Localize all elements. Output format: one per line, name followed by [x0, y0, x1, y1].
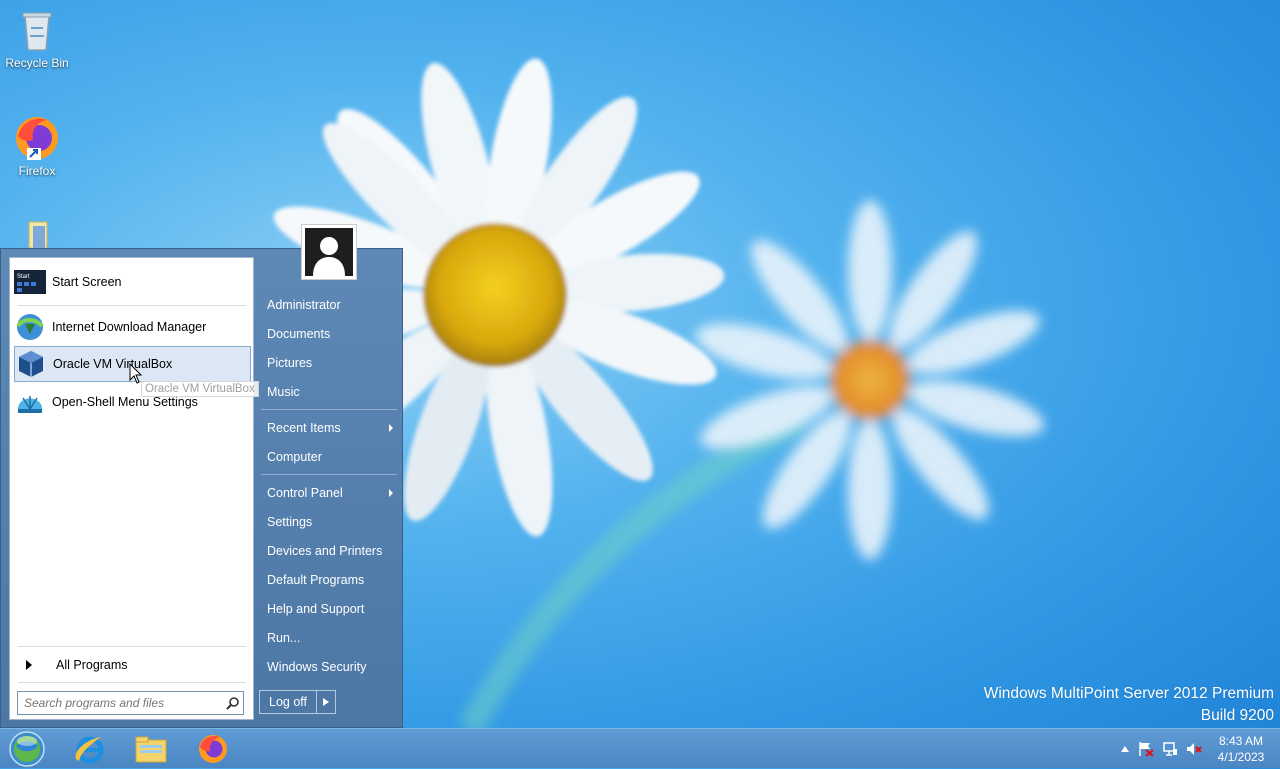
search-input[interactable] [18, 696, 223, 710]
program-start-screen[interactable]: Start Start Screen [14, 264, 251, 300]
separator [18, 305, 246, 306]
menu-item-label: Documents [267, 327, 331, 341]
menu-item-label: Administrator [267, 298, 341, 312]
start-button[interactable] [4, 731, 50, 767]
logoff-button[interactable]: Log off [260, 691, 316, 713]
mouse-cursor-icon [129, 363, 143, 384]
system-tray: 8:43 AM 4/1/2023 [1116, 729, 1280, 769]
desktop-icon-label: Firefox [18, 164, 56, 178]
desktop-icon-label: Recycle Bin [5, 56, 69, 70]
show-hidden-icons[interactable] [1116, 746, 1134, 752]
program-label: Open-Shell Menu Settings [52, 395, 198, 409]
menu-item-computer[interactable]: Computer [259, 446, 399, 468]
chevron-up-icon [1121, 746, 1129, 752]
chevron-right-icon [323, 698, 330, 706]
user-avatar[interactable] [301, 224, 357, 280]
menu-item-default-programs[interactable]: Default Programs [259, 569, 399, 591]
taskbar-firefox[interactable] [190, 731, 236, 767]
menu-item-windows-security[interactable]: Windows Security [259, 656, 399, 678]
separator [18, 646, 246, 647]
all-programs[interactable]: All Programs [14, 654, 251, 676]
triangle-right-icon [26, 660, 32, 670]
taskbar-internet-explorer[interactable] [66, 731, 112, 767]
all-programs-label: All Programs [56, 658, 128, 672]
virtualbox-icon [15, 348, 47, 380]
search-icon[interactable] [223, 693, 243, 713]
os-watermark: Windows MultiPoint Server 2012 Premium B… [984, 683, 1274, 727]
open-shell-icon [14, 386, 46, 418]
submenu-arrow-icon [389, 424, 393, 432]
volume-muted-icon[interactable] [1182, 741, 1206, 757]
menu-item-label: Computer [267, 450, 322, 464]
action-center-icon[interactable] [1134, 741, 1158, 757]
search-box [17, 691, 244, 715]
svg-text:Start: Start [17, 274, 30, 280]
menu-item-help-and-support[interactable]: Help and Support [259, 598, 399, 620]
firefox-icon [13, 114, 61, 162]
taskbar: 8:43 AM 4/1/2023 [0, 728, 1280, 768]
tooltip: Oracle VM VirtualBox [141, 381, 259, 397]
network-icon[interactable] [1158, 741, 1182, 757]
internet-explorer-icon [75, 736, 104, 764]
menu-item-music[interactable]: Music [259, 381, 399, 403]
menu-item-control-panel[interactable]: Control Panel [259, 482, 399, 504]
separator [18, 682, 246, 683]
clock[interactable]: 8:43 AM 4/1/2023 [1206, 733, 1276, 765]
submenu-arrow-icon [389, 489, 393, 497]
menu-item-pictures[interactable]: Pictures [259, 352, 399, 374]
menu-item-label: Default Programs [267, 573, 365, 587]
recycle-bin-icon [13, 6, 61, 54]
separator [261, 474, 397, 475]
idm-icon [14, 311, 46, 343]
start-menu: Start Start Screen Internet Download Man… [0, 224, 403, 728]
menu-item-label: Music [267, 385, 300, 399]
menu-item-label: Settings [267, 515, 313, 529]
file-explorer-icon [135, 736, 167, 763]
start-orb-icon [9, 731, 45, 767]
program-internet-download-manager[interactable]: Internet Download Manager [14, 309, 251, 345]
menu-item-label: Windows Security [267, 660, 367, 674]
clock-time: 8:43 AM [1218, 734, 1264, 748]
program-label: Internet Download Manager [52, 320, 207, 334]
menu-item-label: Pictures [267, 356, 313, 370]
menu-item-documents[interactable]: Documents [259, 323, 399, 345]
start-screen-icon: Start [14, 266, 46, 298]
menu-item-run[interactable]: Run... [259, 627, 399, 649]
watermark-edition: Windows MultiPoint Server 2012 Premium [983, 685, 1274, 702]
programs-panel: Start Start Screen Internet Download Man… [9, 257, 254, 720]
menu-item-label: Control Panel [267, 486, 343, 500]
desktop-icon-recycle-bin[interactable]: Recycle Bin [0, 6, 74, 70]
separator [261, 409, 397, 410]
menu-item-label: Devices and Printers [267, 544, 383, 558]
menu-item-label: Help and Support [267, 602, 365, 616]
watermark-build: Build 9200 [1200, 707, 1274, 724]
user-icon [305, 228, 353, 276]
menu-item-settings[interactable]: Settings [259, 511, 399, 533]
program-label: Start Screen [52, 275, 122, 289]
menu-item-devices-and-printers[interactable]: Devices and Printers [259, 540, 399, 562]
menu-item-recent-items[interactable]: Recent Items [259, 417, 399, 439]
firefox-icon [199, 735, 227, 763]
menu-item-label: Recent Items [267, 421, 341, 435]
clock-date: 4/1/2023 [1217, 750, 1265, 764]
logoff-options-button[interactable] [316, 691, 335, 713]
menu-item-label: Run... [267, 631, 301, 645]
logoff-button-group: Log off [259, 690, 337, 714]
menu-item-administrator[interactable]: Administrator [259, 294, 399, 316]
desktop-icon-firefox[interactable]: Firefox [0, 114, 74, 178]
taskbar-file-explorer[interactable] [128, 731, 174, 767]
program-label: Oracle VM VirtualBox [53, 357, 173, 371]
